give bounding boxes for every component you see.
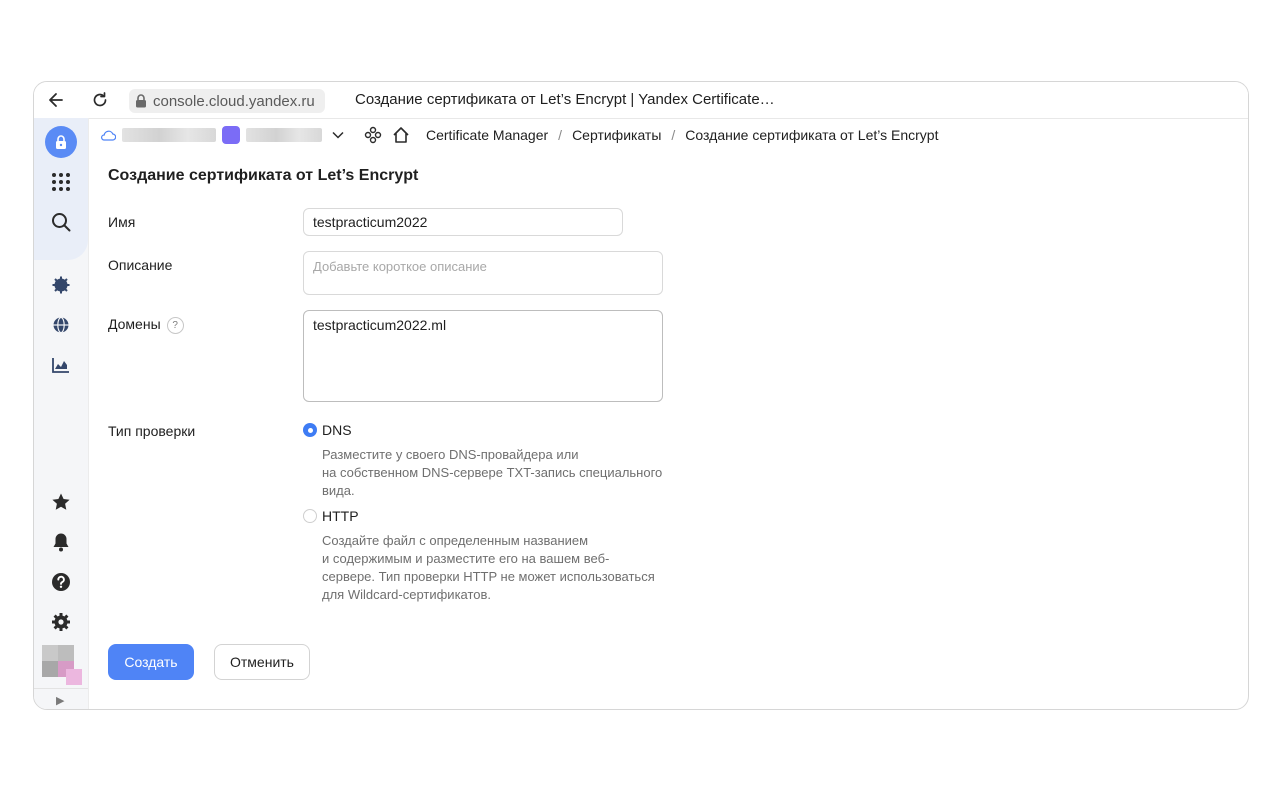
back-arrow-icon[interactable]	[44, 88, 68, 112]
padlock-icon	[135, 94, 147, 108]
cloud-icon	[100, 129, 116, 141]
description-placeholder: Добавьте короткое описание	[313, 259, 487, 274]
service-lock-icon[interactable]	[43, 126, 79, 158]
page-title: Создание сертификата от Let’s Encrypt	[108, 167, 419, 184]
http-radio-label[interactable]: HTTP	[322, 508, 359, 524]
breadcrumb-item-certificates[interactable]: Сертификаты	[572, 127, 661, 143]
dns-description: Разместите у своего DNS-провайдера или н…	[322, 446, 667, 500]
name-input-value: testpracticum2022	[313, 214, 428, 230]
folder-name-redacted[interactable]	[246, 128, 322, 142]
http-description-line: и содержимым и разместите его на вашем в…	[322, 551, 610, 566]
help-icon[interactable]	[43, 567, 79, 597]
breadcrumb-separator: /	[558, 127, 563, 143]
chevron-down-icon[interactable]	[332, 131, 344, 139]
http-description-line: Создайте файл с определенным названием	[322, 533, 589, 548]
browser-toolbar: console.cloud.yandex.ru Создание сертифи…	[34, 82, 1248, 119]
tab-title: Создание сертификата от Let’s Encrypt | …	[355, 91, 775, 108]
settings-icon[interactable]	[43, 607, 79, 637]
domains-value: testpracticum2022.ml	[313, 317, 447, 333]
avatar[interactable]	[42, 645, 82, 685]
dns-description-line: вида.	[322, 483, 355, 498]
description-textarea[interactable]: Добавьте короткое описание	[303, 251, 663, 295]
name-input[interactable]: testpracticum2022	[303, 208, 623, 236]
cloud-name-redacted[interactable]	[122, 128, 216, 142]
http-description-line: для Wildcard-сертификатов.	[322, 587, 492, 602]
search-icon[interactable]	[43, 207, 79, 237]
breadcrumb-separator: /	[671, 127, 676, 143]
reload-icon[interactable]	[88, 88, 112, 112]
folder-icon	[222, 126, 240, 144]
create-button[interactable]: Создать	[108, 644, 194, 680]
breadcrumb: Certificate Manager / Сертификаты / Созд…	[100, 118, 1248, 152]
http-description-line: сервере. Тип проверки HTTP не может испо…	[322, 569, 655, 584]
dns-radio-label[interactable]: DNS	[322, 422, 352, 438]
star-icon[interactable]	[43, 487, 79, 517]
breadcrumb-item-current: Создание сертификата от Let’s Encrypt	[685, 127, 939, 143]
expand-sidebar-icon[interactable]: ▶	[56, 694, 64, 707]
home-icon[interactable]	[392, 126, 410, 144]
dns-description-line: Разместите у своего DNS-провайдера или	[322, 447, 579, 462]
breadcrumb-item-service[interactable]: Certificate Manager	[426, 127, 548, 143]
domains-label: Домены?	[108, 316, 184, 334]
sidebar-divider	[34, 688, 88, 689]
gear-chip-icon[interactable]	[43, 270, 79, 300]
domains-label-text: Домены	[108, 316, 161, 332]
globe-icon[interactable]	[43, 310, 79, 340]
address-bar[interactable]: console.cloud.yandex.ru	[129, 89, 325, 113]
name-label: Имя	[108, 214, 136, 230]
domains-textarea[interactable]: testpracticum2022.ml	[303, 310, 663, 402]
lock-icon	[45, 126, 77, 158]
http-description: Создайте файл с определенным названием и…	[322, 532, 667, 604]
http-radio[interactable]	[303, 509, 317, 523]
dns-radio[interactable]	[303, 423, 317, 437]
bell-icon[interactable]	[43, 527, 79, 557]
service-nodes-icon[interactable]	[364, 126, 382, 144]
url-text: console.cloud.yandex.ru	[153, 92, 315, 110]
chart-icon[interactable]	[43, 350, 79, 380]
browser-window: console.cloud.yandex.ru Создание сертифи…	[33, 81, 1249, 710]
description-label: Описание	[108, 257, 173, 273]
dns-description-line: на собственном DNS-сервере TXT-запись сп…	[322, 465, 663, 480]
cancel-button[interactable]: Отменить	[214, 644, 310, 680]
apps-grid-icon[interactable]	[43, 167, 79, 197]
question-icon[interactable]: ?	[166, 317, 184, 334]
check-type-label: Тип проверки	[108, 423, 196, 439]
sidebar: ▶	[34, 118, 89, 709]
